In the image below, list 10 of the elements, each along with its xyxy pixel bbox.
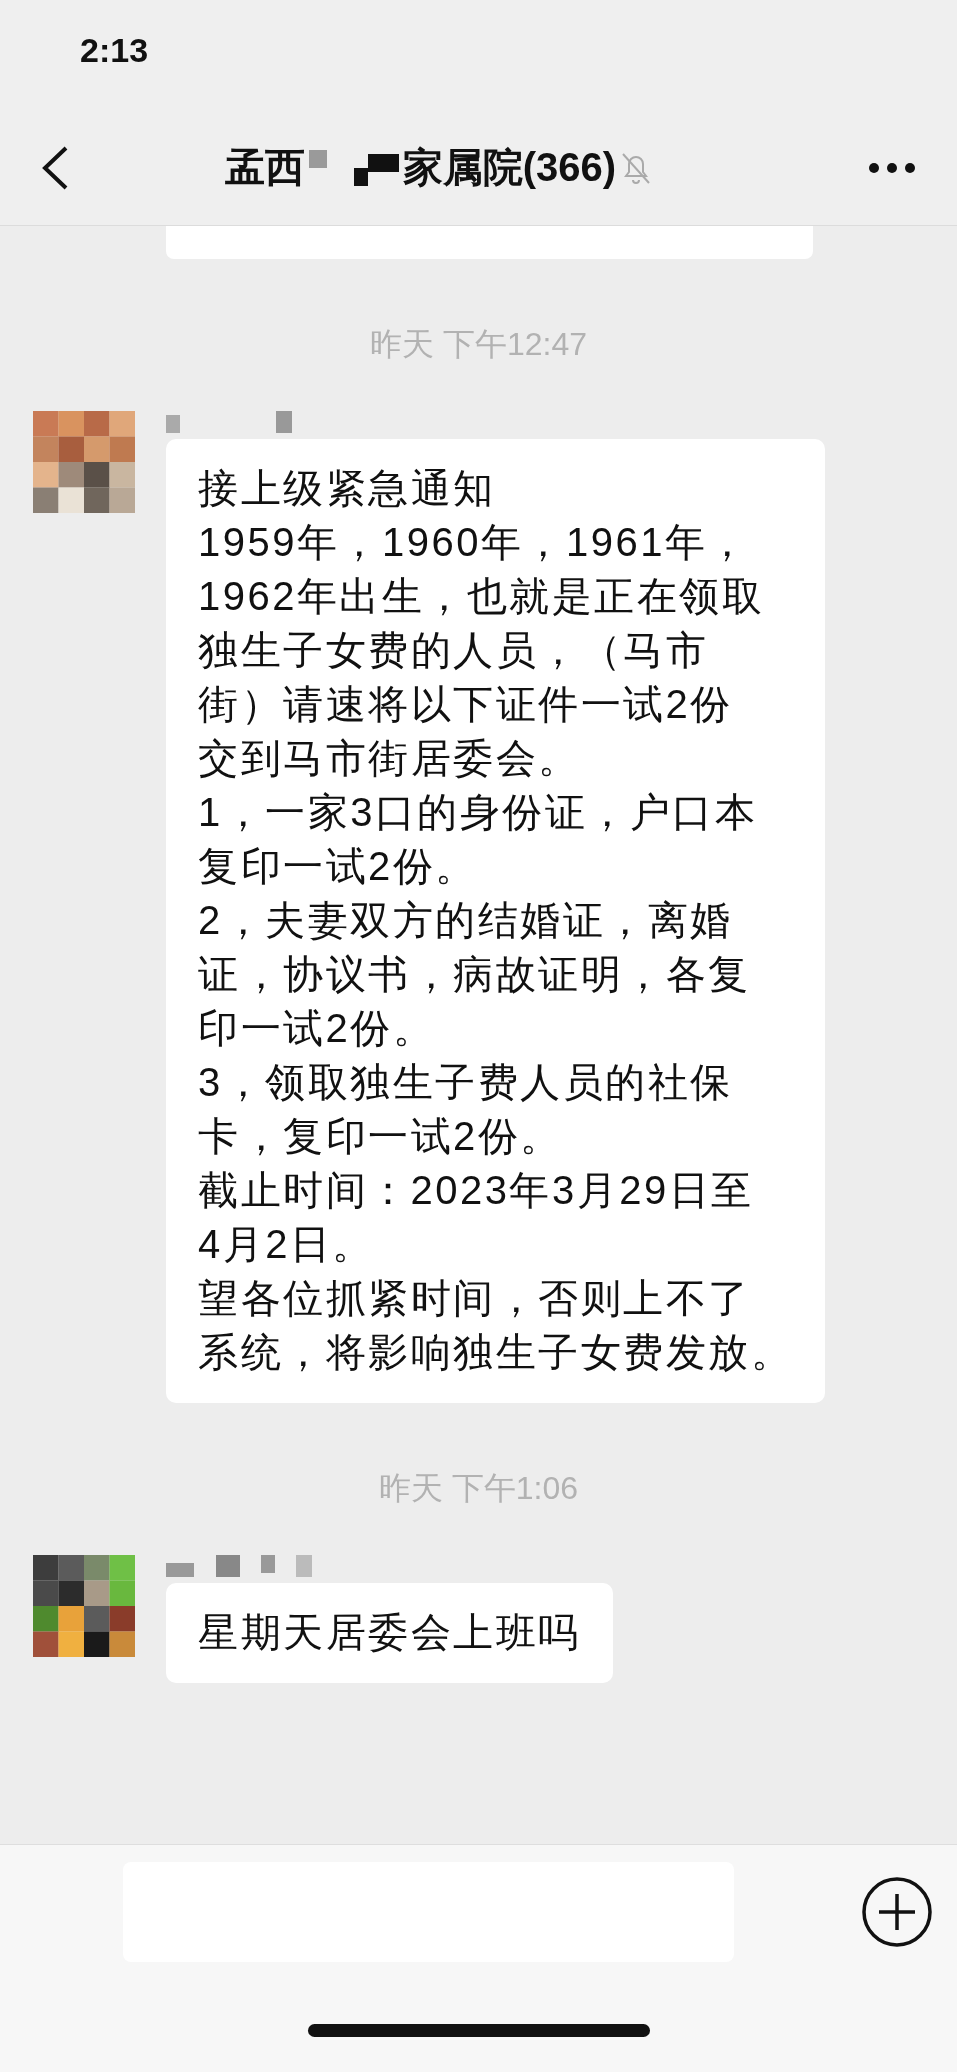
back-icon[interactable]: [40, 144, 70, 191]
message-time: 昨天 下午1:06: [378, 1469, 579, 1508]
more-icon[interactable]: [867, 160, 917, 175]
chat-title: 家属院(366): [402, 144, 617, 191]
status-time: 2:13: [80, 30, 149, 70]
message-text: 接上级紧急通知 1959年，1960年，1961年， 1962年出生，也就是正在领取 独生子女费的人员，（马市 街）请速将以下证件一试2份 交到马市街居委会。 1，一家3口的身份证，户口本 复印一试2份。 2，夫妻双方的结婚证，离婚 证，协议书，病故证明，各复 印一试2份。 3，领取独生子费人员的社保 卡，复印一试2份。 截止时间：2023年3月29日至 4月2日。 望各位抓紧时间，否则上不了 系统，将影响独生子女费发放。: [198, 465, 793, 1376]
plus-icon[interactable]: [861, 1876, 933, 1948]
message-time: 昨天 下午12:47: [370, 325, 587, 364]
message-text: 星期天居委会上班吗: [198, 1609, 581, 1656]
chat-title: 孟西: [224, 144, 305, 191]
